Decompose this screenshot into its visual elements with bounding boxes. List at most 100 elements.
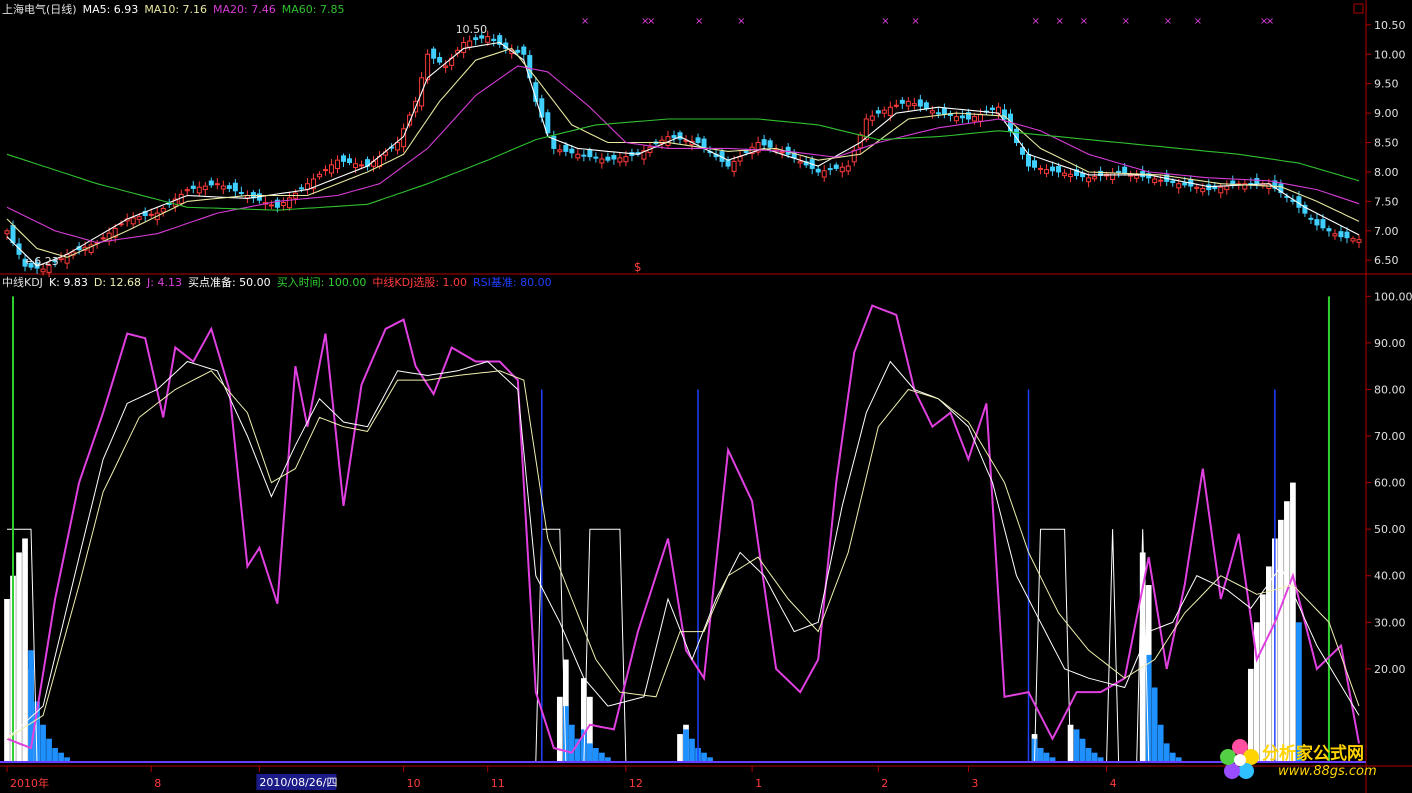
blue-histogram-bar (1037, 748, 1044, 762)
candle-body (1350, 238, 1356, 242)
candle-body (587, 149, 593, 158)
price-y-tick-label: 8.50 (1374, 137, 1399, 150)
x-tick-label: 4 (1110, 777, 1117, 790)
white-histogram-bar (1266, 566, 1272, 762)
kdj-legend-item-7: RSI基准: 80.00 (473, 276, 552, 289)
candle-body (1182, 182, 1188, 186)
watermark-url: www.88gs.com (1278, 764, 1377, 779)
candle-body (977, 113, 983, 122)
candle-body (695, 137, 701, 144)
candle-body (467, 40, 473, 48)
candle-body (953, 116, 959, 122)
candle-body (731, 160, 737, 172)
candle-body (160, 207, 166, 213)
candle-body (821, 170, 827, 178)
x-tick-label: 8 (154, 777, 161, 790)
cross-marker: × (1164, 16, 1172, 27)
candle-body (280, 202, 286, 206)
price-legend: 上海电气(日线) MA5: 6.93 MA10: 7.16 MA20: 7.46 MA6… (2, 3, 350, 17)
candle-body (593, 156, 599, 159)
blue-histogram-bar (46, 738, 52, 762)
cross-marker: × (695, 16, 703, 27)
cross-marker: × (1122, 16, 1130, 27)
candle-body (1068, 173, 1074, 178)
price-y-tick-label: 9.50 (1374, 78, 1399, 91)
candle-body (1134, 174, 1140, 179)
cross-marker: × (1266, 16, 1274, 27)
candle-body (1026, 153, 1032, 167)
candle-body (623, 156, 629, 163)
candle-body (563, 144, 569, 152)
candle-body (437, 57, 443, 63)
stock-chart[interactable]: 10.50 10.00 9.50 9.00 8.50 8.00 7.50 7.00 6.50 × ×… (0, 0, 1412, 793)
candle-body (545, 112, 551, 134)
price-y-tick-label: 6.50 (1374, 254, 1399, 267)
kdj-y-tick-label: 90.00 (1374, 337, 1406, 350)
cross-marker: × (881, 16, 889, 27)
candle-body (202, 185, 208, 191)
signal-marker: $ (634, 260, 642, 274)
price-y-tick-label: 10.00 (1374, 48, 1406, 61)
flower-logo-icon (1220, 739, 1259, 779)
candle-body (959, 115, 965, 119)
restore-window-icon (1353, 3, 1364, 14)
candle-body (899, 99, 905, 104)
candle-body (1122, 166, 1128, 174)
x-tick-label: 10 (407, 777, 421, 790)
kdj-y-tick-label: 60.00 (1374, 477, 1406, 490)
candle-body (941, 107, 947, 115)
blue-histogram-bar (568, 724, 575, 762)
candle-body (569, 148, 575, 154)
candle-body (929, 110, 935, 114)
candle-body (1308, 217, 1314, 220)
candle-body (515, 49, 521, 53)
price-y-tick-label: 8.00 (1374, 166, 1399, 179)
candle-body (743, 150, 749, 153)
candle-body (1218, 186, 1224, 194)
x-tick-label: 3 (971, 777, 978, 790)
candle-body (1032, 160, 1038, 168)
x-tick-label: 2 (881, 777, 888, 790)
candle-body (40, 268, 46, 273)
kdj-legend-item-2: D: 12.68 (93, 276, 142, 289)
kdj-d-line (6, 370, 1360, 740)
white-histogram-bar (1284, 501, 1290, 762)
white-histogram-bar (677, 734, 683, 762)
candle-body (100, 237, 106, 240)
candle-body (184, 189, 190, 192)
candle-body (479, 35, 485, 39)
candle-body (599, 158, 605, 164)
candle-body (1338, 231, 1344, 238)
candle-body (1326, 228, 1332, 232)
kdj-y-tick-label: 20.00 (1374, 663, 1406, 676)
candle-body (347, 158, 353, 164)
blue-histogram-bar (1157, 724, 1164, 762)
candle-body (238, 191, 244, 194)
candle-body (779, 151, 785, 154)
candle-body (148, 213, 154, 216)
candle-body (893, 104, 899, 107)
cross-marker: × (1032, 16, 1040, 27)
candle-body (935, 112, 941, 115)
candle-body (971, 116, 977, 122)
candle-body (1110, 172, 1116, 180)
blue-histogram-bar (1043, 752, 1050, 762)
candle-body (491, 38, 497, 42)
candle-body (851, 149, 857, 163)
kdj-legend-item-4: 买点准备: 50.00 (187, 276, 271, 289)
candle-body (214, 183, 220, 186)
kdj-y-tick-label: 100.00 (1374, 290, 1412, 303)
cross-marker: × (647, 16, 655, 27)
kdj-y-tick-label: 80.00 (1374, 383, 1406, 396)
candle-body (701, 138, 707, 148)
candle-body (268, 204, 274, 207)
candle-body (917, 99, 923, 107)
blue-histogram-bar (40, 724, 46, 762)
candle-body (286, 197, 292, 209)
candle-body (869, 115, 875, 121)
candle-body (353, 163, 359, 168)
candle-body (1116, 170, 1122, 173)
blue-histogram-bar (1091, 752, 1098, 762)
candle-body (839, 166, 845, 173)
candle-body (1314, 219, 1320, 226)
